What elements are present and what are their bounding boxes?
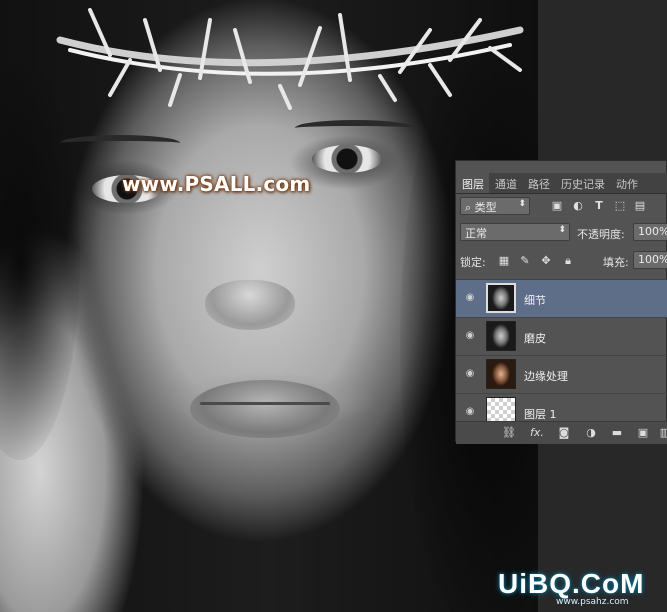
folder-icon[interactable]: ▬: [610, 426, 624, 440]
visibility-eye-icon[interactable]: ◉: [464, 368, 476, 380]
hair-left: [0, 60, 80, 460]
search-icon: ⌕: [465, 201, 472, 214]
left-eyebrow: [60, 135, 180, 151]
lock-move-icon[interactable]: ✥: [540, 255, 552, 267]
layer-name: 磨皮: [524, 332, 546, 345]
layer-row-skin[interactable]: ◉ 磨皮: [456, 317, 667, 355]
stepper-icon: ⬍: [558, 225, 566, 235]
tab-paths[interactable]: 路径: [522, 173, 555, 193]
mask-icon[interactable]: ◙: [557, 426, 571, 440]
site-logo-sub: www.psahz.com: [556, 597, 629, 607]
layer-thumbnail: [486, 321, 516, 351]
opacity-input[interactable]: 100%: [633, 223, 667, 241]
lock-label: 锁定:: [460, 256, 486, 269]
lock-brush-icon[interactable]: ✎: [519, 255, 531, 267]
adjustment-icon[interactable]: ◑: [584, 426, 598, 440]
tab-actions[interactable]: 动作: [610, 173, 643, 193]
watermark-text: www.PSALL.com: [122, 172, 311, 196]
layers-bottom-toolbar: ⛓ fx. ◙ ◑ ▬ ▣ ▥: [456, 421, 667, 444]
visibility-eye-icon[interactable]: ◉: [464, 406, 476, 418]
fx-icon[interactable]: fx.: [528, 426, 546, 440]
crown-of-thorns: [56, 8, 524, 110]
filter-smart-object-icon[interactable]: ▤: [634, 200, 646, 212]
lips: [190, 380, 340, 438]
lip-line: [200, 402, 330, 405]
link-icon[interactable]: ⛓: [502, 426, 516, 440]
fill-value: 100%: [638, 253, 667, 266]
tab-channels[interactable]: 通道: [489, 173, 522, 193]
blend-mode-select[interactable]: 正常 ⬍: [460, 223, 570, 241]
site-logo: UiBQ.CoM: [498, 568, 645, 599]
layer-thumbnail: [486, 397, 516, 421]
visibility-eye-icon[interactable]: ◉: [464, 330, 476, 342]
lock-transparency-icon[interactable]: ▦: [498, 255, 510, 267]
filter-label: 类型: [474, 201, 497, 214]
new-layer-icon[interactable]: ▣: [636, 426, 650, 440]
right-eyebrow: [295, 120, 415, 136]
panel-tabs: 图层 通道 路径 历史记录 动作: [456, 173, 667, 194]
layer-name: 图层 1: [524, 408, 557, 421]
layer-row-layer1[interactable]: ◉ 图层 1: [456, 393, 667, 421]
opacity-value: 100%: [638, 225, 667, 238]
opacity-label: 不透明度:: [577, 228, 625, 241]
visibility-eye-icon[interactable]: ◉: [464, 292, 476, 304]
layer-filter-select[interactable]: ⌕ 类型 ⬍: [460, 197, 530, 215]
trash-icon[interactable]: ▥: [658, 426, 667, 440]
nose: [205, 280, 295, 330]
filter-text-icon[interactable]: T: [593, 200, 605, 212]
layer-thumbnail: [486, 359, 516, 389]
tab-layers[interactable]: 图层: [456, 173, 489, 193]
layer-row-detail[interactable]: ◉ 细节: [456, 279, 667, 317]
right-eye: [312, 145, 382, 173]
lock-all-icon[interactable]: 🔒︎: [562, 255, 574, 267]
fill-input[interactable]: 100%: [633, 251, 667, 269]
filter-shape-icon[interactable]: ⬚: [614, 200, 626, 212]
layer-thumbnail: [486, 283, 516, 313]
layers-panel: 图层 通道 路径 历史记录 动作 ⌕ 类型 ⬍ ▣ ◐ T ⬚ ▤ 正常 ⬍ 不…: [455, 160, 667, 444]
blend-mode-value: 正常: [465, 227, 487, 240]
filter-image-icon[interactable]: ▣: [551, 200, 563, 212]
layer-row-edge[interactable]: ◉ 边缘处理: [456, 355, 667, 393]
tab-history[interactable]: 历史记录: [555, 173, 610, 193]
layer-name: 边缘处理: [524, 370, 568, 383]
stepper-icon: ⬍: [518, 199, 526, 209]
layer-name: 细节: [524, 294, 546, 307]
filter-adjustment-icon[interactable]: ◐: [572, 200, 584, 212]
fill-label: 填充:: [603, 256, 629, 269]
